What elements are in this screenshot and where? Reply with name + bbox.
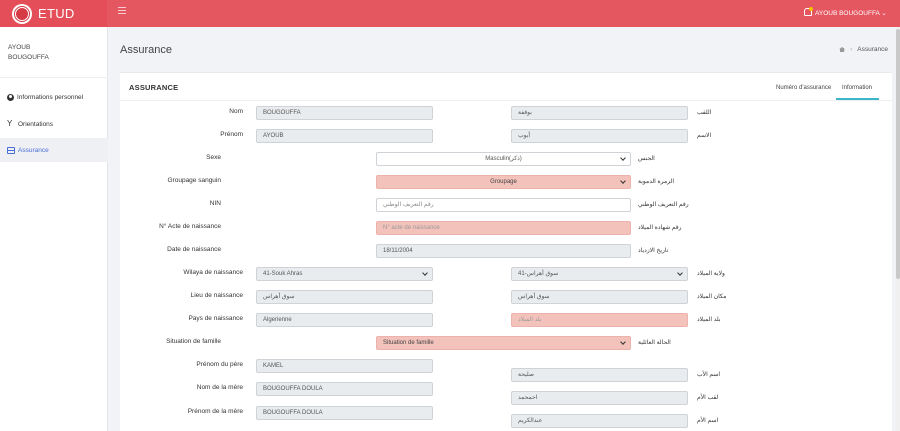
notification-bell-icon[interactable]	[803, 7, 813, 16]
acte-ar-label: رقم شهادة الميلاد	[638, 225, 682, 231]
breadcrumb: › Assurance	[839, 46, 888, 53]
nom-ar-field[interactable]: بوقفة	[511, 106, 688, 120]
person-circle-icon	[7, 93, 14, 101]
acte-input[interactable]: N° acte de naissance	[376, 221, 631, 235]
sidebar-item-orientations[interactable]: Orientations	[0, 112, 108, 136]
lieu-ar-label: مكان الميلاد	[697, 294, 727, 300]
wilaya-ar-select[interactable]: 41-سوق أهراس	[511, 267, 688, 281]
nom-field[interactable]: BOUGOUFFA	[256, 106, 433, 120]
nin-input[interactable]: رقم التعريف الوطني	[376, 198, 631, 212]
wilaya-select[interactable]: 41-Souk Ahras	[256, 267, 433, 281]
nom-mere-ar-field[interactable]: احمحمد	[511, 391, 688, 405]
pays-ar-label: بلد الميلاد	[697, 317, 721, 323]
prenom-mere-ar-field[interactable]: عبدالكريم	[511, 414, 688, 428]
home-icon[interactable]	[839, 47, 846, 52]
sidebar-item-label: Orientations	[18, 120, 54, 128]
tab-information[interactable]: Information	[842, 85, 872, 91]
tab-numero-assurance[interactable]: Numéro d'assurance	[776, 85, 831, 91]
nin-label: NIN	[209, 200, 221, 207]
nin-ar-label: رقم التعريف الوطني	[638, 202, 689, 208]
wilaya-label: Wilaya de naissance	[183, 269, 243, 276]
groupage-select[interactable]: Groupage	[376, 175, 631, 189]
sidebar-item-label: Assurance	[18, 146, 49, 154]
active-tab-indicator	[836, 98, 879, 100]
prenom-ar-field[interactable]: أيوب	[511, 129, 688, 143]
nom-mere-label: Nom de la mère	[196, 384, 243, 391]
sexe-ar-label: الجنس	[638, 156, 655, 162]
sidebar-item-assurance[interactable]: Assurance	[0, 138, 108, 162]
breadcrumb-current: Assurance	[857, 46, 888, 53]
card-title: ASSURANCE	[129, 83, 179, 92]
credit-card-icon	[7, 146, 15, 154]
user-menu[interactable]: AYOUB BOUGOUFFA ⌄	[815, 9, 887, 17]
lieu-field[interactable]: سوق أهراس	[256, 290, 433, 304]
assurance-card: ASSURANCE Numéro d'assurance Information…	[120, 72, 892, 431]
page-title: Assurance	[120, 44, 172, 56]
wilaya-ar-label: ولاية الميلاد	[697, 271, 725, 277]
breadcrumb-separator: ›	[850, 46, 853, 53]
situation-select[interactable]: Situation de famille	[376, 336, 631, 350]
prenom-mere-ar-label: اسم الأم	[697, 418, 719, 424]
page-scrollbar[interactable]	[896, 27, 900, 431]
lieu-ar-field[interactable]: سوق أهراس	[511, 290, 688, 304]
date-naissance-label: Date de naissance	[167, 246, 221, 253]
prenom-pere-label: Prénom du père	[196, 361, 243, 368]
pays-label: Pays de naissance	[188, 315, 243, 322]
scrollbar-thumb[interactable]	[896, 29, 900, 279]
fork-icon	[7, 119, 15, 128]
nom-mere-field[interactable]: BOUGOUFFA DOULA	[256, 382, 433, 396]
groupage-ar-label: الزمرة الدموية	[638, 179, 674, 185]
prenom-mere-label: Prénom de la mère	[187, 408, 243, 415]
sidebar: AYOUB BOUGOUFFA Informations personnel O…	[0, 27, 108, 431]
user-first-name: AYOUB	[8, 44, 31, 51]
groupage-label: Groupage sanguin	[167, 177, 222, 184]
situation-label: Situation de famille	[166, 338, 221, 345]
hamburger-menu-icon[interactable]	[118, 7, 126, 14]
nom-label: Nom	[229, 108, 243, 115]
nom-mere-ar-label: لقب الأم	[697, 395, 719, 401]
user-last-name: BOUGOUFFA	[8, 54, 49, 61]
pays-ar-input[interactable]: بلد الميلاد	[511, 313, 688, 327]
lieu-label: Lieu de naissance	[190, 292, 243, 299]
prenom-field[interactable]: AYOUB	[256, 129, 433, 143]
sexe-select[interactable]: Masculin(ذكر)	[376, 152, 631, 166]
prenom-ar-label: الاسم	[697, 133, 712, 139]
sidebar-item-label: Informations personnel	[17, 93, 84, 101]
university-logo	[12, 3, 32, 24]
situation-ar-label: الحالة العائلية	[638, 340, 671, 346]
card-header: ASSURANCE Numéro d'assurance Information	[120, 73, 892, 101]
top-bar: ETUD AYOUB BOUGOUFFA ⌄	[0, 0, 900, 27]
sexe-label: Sexe	[206, 154, 221, 161]
prenom-mere-field[interactable]: BOUGOUFFA DOULA	[256, 406, 433, 420]
prenom-label: Prénom	[220, 131, 243, 138]
pays-field[interactable]: Algerienne	[256, 313, 433, 327]
date-naissance-input[interactable]: 18/11/2004	[376, 244, 631, 258]
nom-ar-label: اللقب	[697, 110, 712, 116]
prenom-pere-ar-label: اسم الأب	[697, 372, 721, 378]
prenom-pere-field[interactable]: KAMEL	[256, 359, 433, 373]
sidebar-user-name: AYOUB BOUGOUFFA	[8, 43, 98, 63]
sidebar-divider	[0, 77, 108, 78]
acte-label: N° Acte de naissance	[159, 223, 221, 230]
sidebar-item-informations-personnel[interactable]: Informations personnel	[0, 85, 108, 109]
app-name: ETUD	[38, 6, 75, 21]
prenom-pere-ar-field[interactable]: صليحة	[511, 368, 688, 382]
date-naissance-ar-label: تاريخ الازدياد	[638, 248, 669, 254]
brand[interactable]: ETUD	[0, 0, 107, 27]
